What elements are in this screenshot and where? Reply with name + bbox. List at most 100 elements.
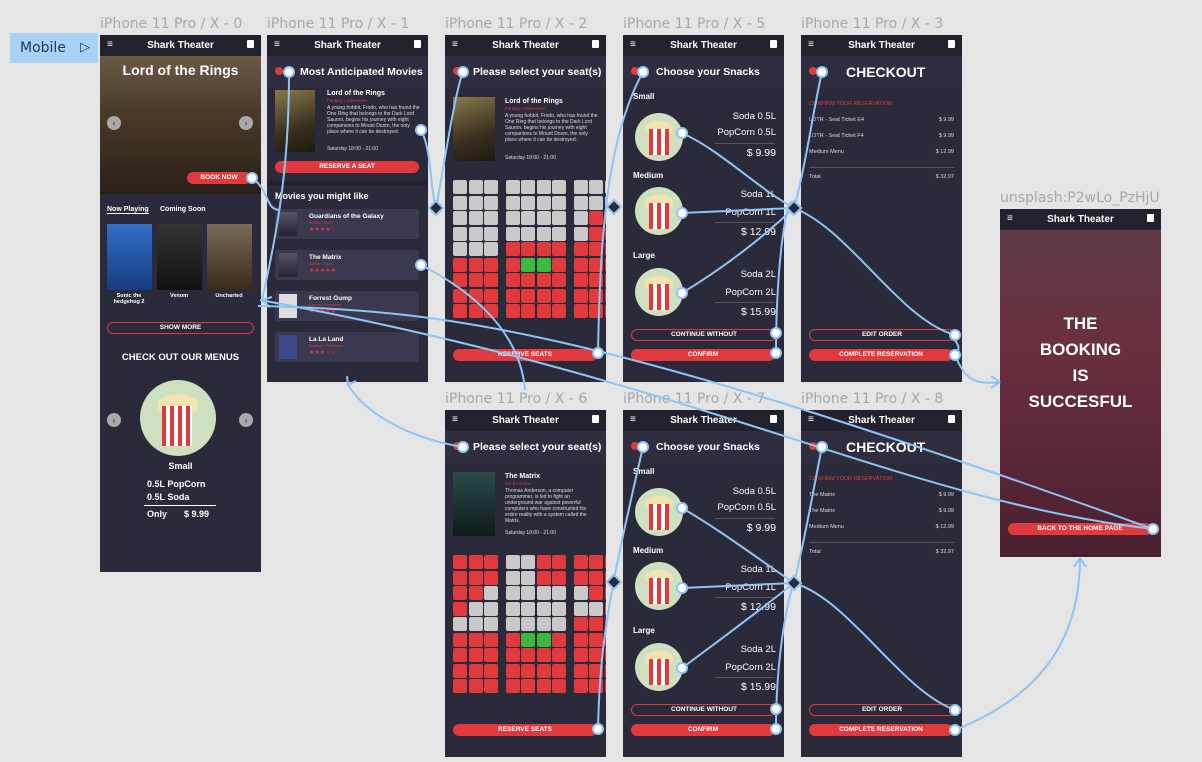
seat[interactable] (589, 226, 604, 241)
seat[interactable] (536, 180, 551, 194)
edit-order-button[interactable]: EDIT ORDER (809, 329, 955, 341)
seat[interactable] (536, 195, 551, 210)
list-item[interactable]: Guardians of the Galaxy Action / Sci-fi ★★… (275, 209, 419, 239)
seat[interactable] (536, 586, 551, 600)
seat[interactable] (484, 570, 498, 585)
seat[interactable] (505, 570, 520, 585)
seat[interactable] (468, 586, 483, 600)
bag-icon[interactable] (770, 415, 777, 423)
seat[interactable] (468, 211, 483, 225)
seat[interactable] (536, 226, 551, 241)
seat[interactable] (505, 226, 520, 241)
seat[interactable] (505, 288, 520, 303)
seat[interactable] (521, 242, 536, 256)
seat[interactable] (484, 257, 498, 272)
seat[interactable] (604, 632, 606, 647)
seat[interactable] (521, 304, 536, 318)
seat[interactable] (484, 648, 498, 662)
seat[interactable] (573, 195, 588, 210)
seat[interactable] (521, 586, 536, 600)
seat[interactable] (552, 273, 567, 287)
seat[interactable] (468, 242, 483, 256)
seat[interactable] (484, 617, 498, 631)
bag-icon[interactable] (948, 415, 955, 423)
seat[interactable] (604, 555, 606, 569)
seat[interactable] (453, 586, 467, 600)
seat[interactable] (536, 679, 551, 693)
seat[interactable] (484, 663, 498, 678)
seat[interactable] (453, 601, 467, 616)
seat[interactable] (505, 555, 520, 569)
seat[interactable] (453, 211, 467, 225)
popcorn-image[interactable] (635, 643, 683, 691)
seat[interactable] (552, 195, 567, 210)
popcorn-image[interactable] (635, 268, 683, 316)
seat[interactable] (453, 679, 467, 693)
back-icon[interactable] (631, 67, 639, 75)
seat[interactable] (573, 586, 588, 600)
seat[interactable] (521, 257, 536, 272)
seat[interactable] (573, 242, 588, 256)
bag-icon[interactable] (247, 40, 254, 48)
seat[interactable] (521, 273, 536, 287)
menu-prev-arrow-icon[interactable]: ‹ (107, 413, 121, 427)
back-icon[interactable] (453, 442, 461, 450)
back-icon[interactable] (275, 67, 283, 75)
seat[interactable] (453, 648, 467, 662)
seat[interactable] (521, 632, 536, 647)
menu-next-arrow-icon[interactable]: › (239, 413, 253, 427)
seat[interactable] (589, 211, 604, 225)
seat[interactable] (484, 273, 498, 287)
seat[interactable] (484, 180, 498, 194)
back-icon[interactable] (809, 67, 817, 75)
seat[interactable] (573, 632, 588, 647)
seat[interactable] (573, 663, 588, 678)
seat[interactable] (573, 226, 588, 241)
seat[interactable] (589, 195, 604, 210)
seat[interactable] (521, 180, 536, 194)
show-more-button[interactable]: SHOW MORE (107, 322, 254, 334)
movie-poster[interactable] (207, 224, 252, 290)
seat[interactable] (468, 601, 483, 616)
book-now-button[interactable]: BOOK NOW (187, 172, 251, 184)
popcorn-image[interactable] (635, 562, 683, 610)
seat[interactable] (573, 180, 588, 194)
seat[interactable] (604, 586, 606, 600)
seat[interactable] (604, 273, 606, 287)
seat[interactable] (484, 555, 498, 569)
seat[interactable] (468, 226, 483, 241)
list-item[interactable]: The Matrix Action / Sci-fi ★★★★★ (275, 250, 419, 280)
seat[interactable] (521, 288, 536, 303)
seat[interactable] (589, 648, 604, 662)
seat[interactable] (573, 257, 588, 272)
seat[interactable] (573, 679, 588, 693)
seat[interactable] (505, 663, 520, 678)
seat[interactable] (453, 226, 467, 241)
seat[interactable] (505, 180, 520, 194)
seat[interactable] (573, 211, 588, 225)
seat[interactable] (536, 570, 551, 585)
seat[interactable] (521, 601, 536, 616)
seat[interactable] (589, 257, 604, 272)
seat[interactable] (505, 632, 520, 647)
seat[interactable] (505, 273, 520, 287)
seat[interactable] (521, 555, 536, 569)
seat[interactable] (552, 226, 567, 241)
seat[interactable] (505, 195, 520, 210)
seat[interactable] (453, 304, 467, 318)
seat[interactable] (552, 648, 567, 662)
seat[interactable] (552, 257, 567, 272)
seat[interactable] (536, 648, 551, 662)
seat[interactable] (521, 195, 536, 210)
seat[interactable] (589, 601, 604, 616)
seat[interactable] (589, 288, 604, 303)
tab-coming-soon[interactable]: Coming Soon (160, 206, 206, 213)
seat[interactable] (589, 242, 604, 256)
back-icon[interactable] (809, 442, 817, 450)
hero-next-arrow-icon[interactable]: › (239, 116, 253, 130)
seat[interactable] (604, 570, 606, 585)
seat[interactable] (484, 195, 498, 210)
seat[interactable] (453, 257, 467, 272)
seat[interactable] (589, 180, 604, 194)
movie-poster[interactable] (107, 224, 152, 290)
